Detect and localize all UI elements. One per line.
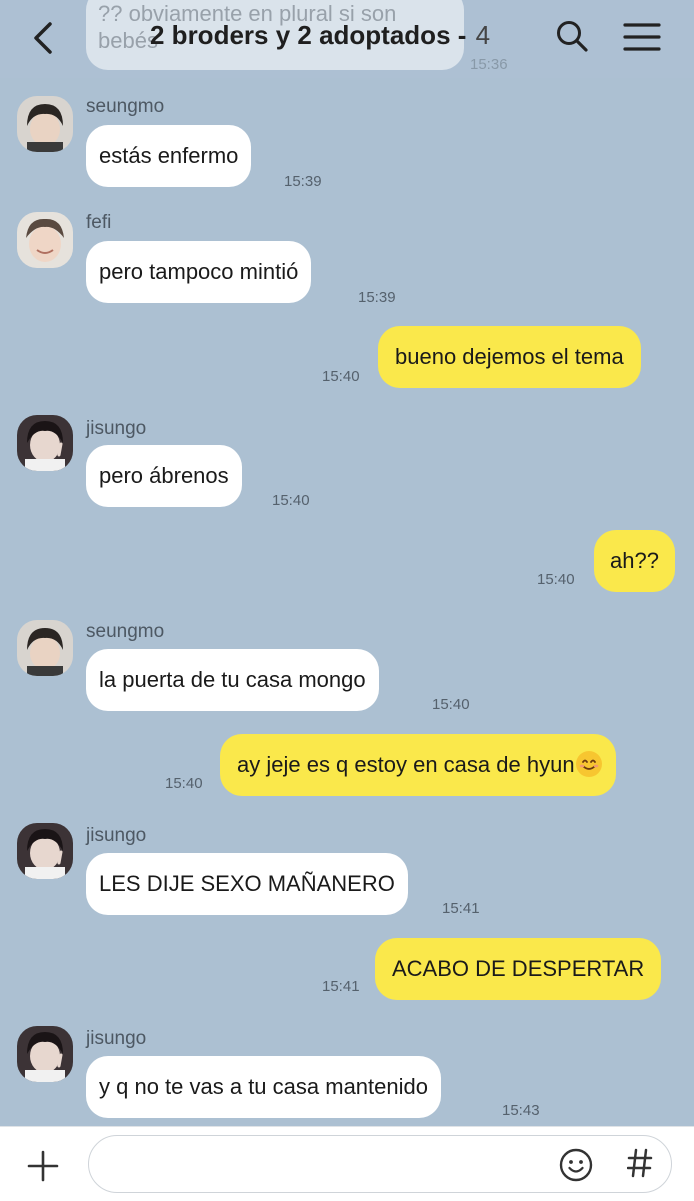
message-bubble[interactable]: estás enfermo: [86, 125, 252, 187]
message-time: 15:40: [165, 775, 203, 792]
message-text: LES DIJE SEXO MAÑANERO: [99, 871, 395, 896]
message-time: 15:41: [322, 978, 360, 995]
message-text: bueno dejemos el tema: [395, 344, 624, 369]
chat-title: 2 broders y 2 adoptados - 4: [150, 20, 490, 51]
message-text: y q no te vas a tu casa mantenido: [99, 1074, 428, 1099]
message-bubble-outgoing[interactable]: ah??: [594, 530, 675, 592]
message-text: ay jeje es q estoy en casa de hyun: [237, 752, 575, 777]
chat-title-text: 2 broders y 2 adoptados -: [150, 20, 467, 50]
message-composer: [0, 1126, 694, 1201]
message-text: estás enfermo: [99, 143, 239, 168]
avatar-photo: [17, 96, 73, 152]
menu-button[interactable]: [622, 20, 662, 54]
sender-name: jisungo: [86, 418, 147, 439]
avatar-seungmo[interactable]: [17, 620, 73, 676]
message-bubble[interactable]: pero tampoco mintió: [86, 241, 312, 303]
sender-name: fefi: [86, 212, 112, 233]
message-bubble-outgoing[interactable]: bueno dejemos el tema: [378, 326, 641, 388]
message-text: pero tampoco mintió: [99, 259, 299, 284]
avatar-photo: [17, 212, 73, 268]
previous-message-time: 15:36: [470, 56, 508, 73]
search-button[interactable]: [554, 18, 590, 54]
sender-name: jisungo: [86, 825, 147, 846]
avatar-fefi[interactable]: [17, 212, 73, 268]
message-time: 15:40: [322, 368, 360, 385]
message-text: pero ábrenos: [99, 463, 229, 488]
plus-icon: [27, 1150, 59, 1182]
attach-button[interactable]: [26, 1149, 60, 1183]
chat-header: ?? obviamente en plural si son bebés 15:…: [0, 0, 694, 78]
emoji-button[interactable]: [559, 1148, 593, 1182]
sender-name: seungmo: [86, 621, 165, 642]
avatar-photo: [17, 823, 73, 879]
message-time: 15:40: [432, 696, 470, 713]
hashtag-icon: [626, 1148, 653, 1178]
sender-name: jisungo: [86, 1028, 147, 1049]
message-bubble[interactable]: la puerta de tu casa mongo: [86, 649, 379, 711]
message-time: 15:41: [442, 900, 480, 917]
message-bubble[interactable]: y q no te vas a tu casa mantenido: [86, 1056, 441, 1118]
message-time: 15:39: [358, 289, 396, 306]
avatar-jisungo[interactable]: [17, 823, 73, 879]
hamburger-menu-icon: [623, 23, 661, 51]
smiling-face-icon: [575, 751, 602, 777]
message-text: ah??: [610, 548, 659, 573]
emoji-icon: [559, 1148, 593, 1182]
message-bubble-outgoing[interactable]: ACABO DE DESPERTAR: [375, 938, 662, 1000]
avatar-jisungo[interactable]: [17, 1026, 73, 1082]
message-time: 15:39: [284, 173, 322, 190]
avatar-photo: [17, 1026, 73, 1082]
message-text: ACABO DE DESPERTAR: [392, 956, 645, 981]
avatar-seungmo[interactable]: [17, 96, 73, 152]
message-text: la puerta de tu casa mongo: [99, 667, 366, 692]
message-bubble-outgoing[interactable]: ay jeje es q estoy en casa de hyun: [220, 734, 616, 796]
message-input-container[interactable]: [88, 1135, 672, 1193]
back-button[interactable]: [28, 20, 60, 56]
sender-name: seungmo: [86, 96, 165, 117]
message-time: 15:40: [537, 571, 575, 588]
chevron-left-icon: [34, 22, 52, 54]
hashtag-button[interactable]: [626, 1146, 653, 1189]
member-count: 4: [475, 20, 491, 50]
message-time: 15:40: [272, 492, 310, 509]
message-time: 15:43: [502, 1102, 540, 1119]
avatar-photo: [17, 415, 73, 471]
message-input[interactable]: [109, 1146, 553, 1184]
search-icon: [557, 21, 588, 52]
avatar-jisungo[interactable]: [17, 415, 73, 471]
message-bubble[interactable]: pero ábrenos: [86, 445, 242, 507]
avatar-photo: [17, 620, 73, 676]
message-bubble[interactable]: LES DIJE SEXO MAÑANERO: [86, 853, 408, 915]
